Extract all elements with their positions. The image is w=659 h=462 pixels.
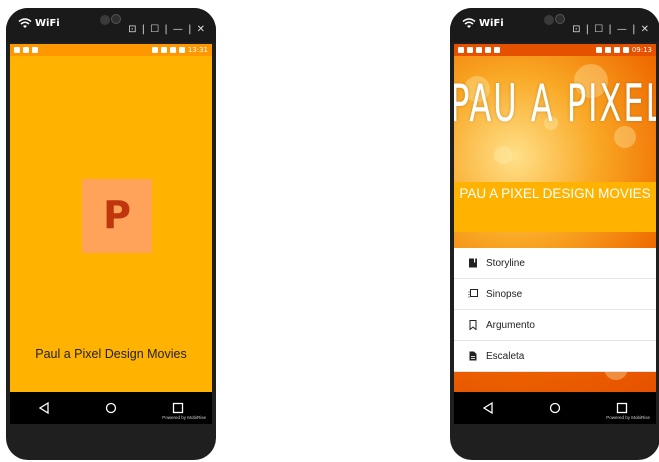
nfc-icon — [151, 47, 158, 53]
gallery-icon — [23, 47, 29, 53]
menu-item-label: Escaleta — [486, 350, 525, 362]
wifi-indicator: WiFi — [18, 18, 60, 29]
netflix-icon — [485, 47, 491, 53]
powered-by-label: Powered by MobiRise — [606, 415, 650, 420]
status-bar: 13:31 — [10, 44, 212, 56]
header-band: PAU A PIXEL DESIGN MOVIES — [454, 182, 656, 232]
wifi-label: WiFi — [35, 18, 60, 29]
app-logo: P — [82, 179, 152, 253]
vibrate-icon — [613, 47, 620, 53]
powered-by-label: Powered by MobiRise — [162, 415, 206, 420]
copy-icon — [468, 289, 478, 298]
logo-letter: P — [103, 193, 131, 237]
menu-item-sinopse[interactable]: Sinopse — [454, 279, 656, 310]
recent-apps-icon[interactable] — [616, 402, 628, 414]
status-time: 09:13 — [631, 46, 652, 54]
menu-item-label: Storyline — [486, 257, 525, 269]
notification-icon — [14, 47, 20, 53]
home-icon[interactable] — [549, 402, 561, 414]
facebook-icon — [458, 47, 464, 53]
wifi-signal-icon — [169, 47, 176, 53]
app-screen: PAU A PIXEL PAU A PIXEL DESIGN MOVIES St… — [454, 56, 656, 392]
phone-right: WiFi ⊡ | ☐ | — | ✕ 09:13 PAU A PIXEL PAU… — [450, 8, 659, 460]
bluetooth-icon — [604, 47, 611, 53]
window-controls[interactable]: ⊡ | ☐ | — | ✕ — [128, 24, 206, 35]
camera — [100, 14, 122, 26]
battery-icon — [622, 47, 629, 53]
nav-bar: Powered by MobiRise — [10, 392, 212, 424]
menu-item-escaleta[interactable]: Escaleta — [454, 341, 656, 372]
window-controls[interactable]: ⊡ | ☐ | — | ✕ — [572, 24, 650, 35]
phone-top-bar: WiFi ⊡ | ☐ | — | ✕ — [6, 8, 216, 42]
recent-apps-icon[interactable] — [172, 402, 184, 414]
camera — [544, 14, 566, 26]
wifi-icon — [18, 18, 32, 28]
wifi-label: WiFi — [479, 18, 504, 29]
wifi-icon — [462, 18, 476, 28]
splash-screen: P Paul a Pixel Design Movies — [10, 56, 212, 392]
phone-top-bar: WiFi ⊡ | ☐ | — | ✕ — [450, 8, 659, 42]
phone-left: WiFi ⊡ | ☐ | — | ✕ 13:31 P Paul a Pixel … — [6, 8, 216, 460]
banner-title: PAU A PIXEL — [454, 74, 656, 134]
bookmark-icon — [469, 320, 477, 330]
menu-item-storyline[interactable]: Storyline — [454, 248, 656, 279]
bluetooth-icon — [160, 47, 167, 53]
header-title: PAU A PIXEL DESIGN MOVIES — [459, 186, 651, 201]
status-bar: 09:13 — [454, 44, 656, 56]
nav-bar: Powered by MobiRise — [454, 392, 656, 424]
back-icon[interactable] — [482, 402, 494, 414]
gallery-icon — [476, 47, 482, 53]
menu-item-label: Argumento — [486, 319, 535, 331]
notification-icon — [467, 47, 473, 53]
wifi-indicator: WiFi — [462, 18, 504, 29]
back-icon[interactable] — [38, 402, 50, 414]
status-time: 13:31 — [187, 46, 208, 54]
home-icon[interactable] — [105, 402, 117, 414]
document-icon — [469, 351, 477, 361]
book-icon — [469, 258, 477, 268]
menu-item-argumento[interactable]: Argumento — [454, 310, 656, 341]
nfc-icon — [595, 47, 602, 53]
menu-list: Storyline Sinopse Argumento Escaleta — [454, 248, 656, 372]
battery-icon — [178, 47, 185, 53]
menu-item-label: Sinopse — [486, 288, 523, 300]
whatsapp-icon — [32, 47, 38, 53]
whatsapp-icon — [494, 47, 500, 53]
splash-title: Paul a Pixel Design Movies — [35, 347, 187, 361]
